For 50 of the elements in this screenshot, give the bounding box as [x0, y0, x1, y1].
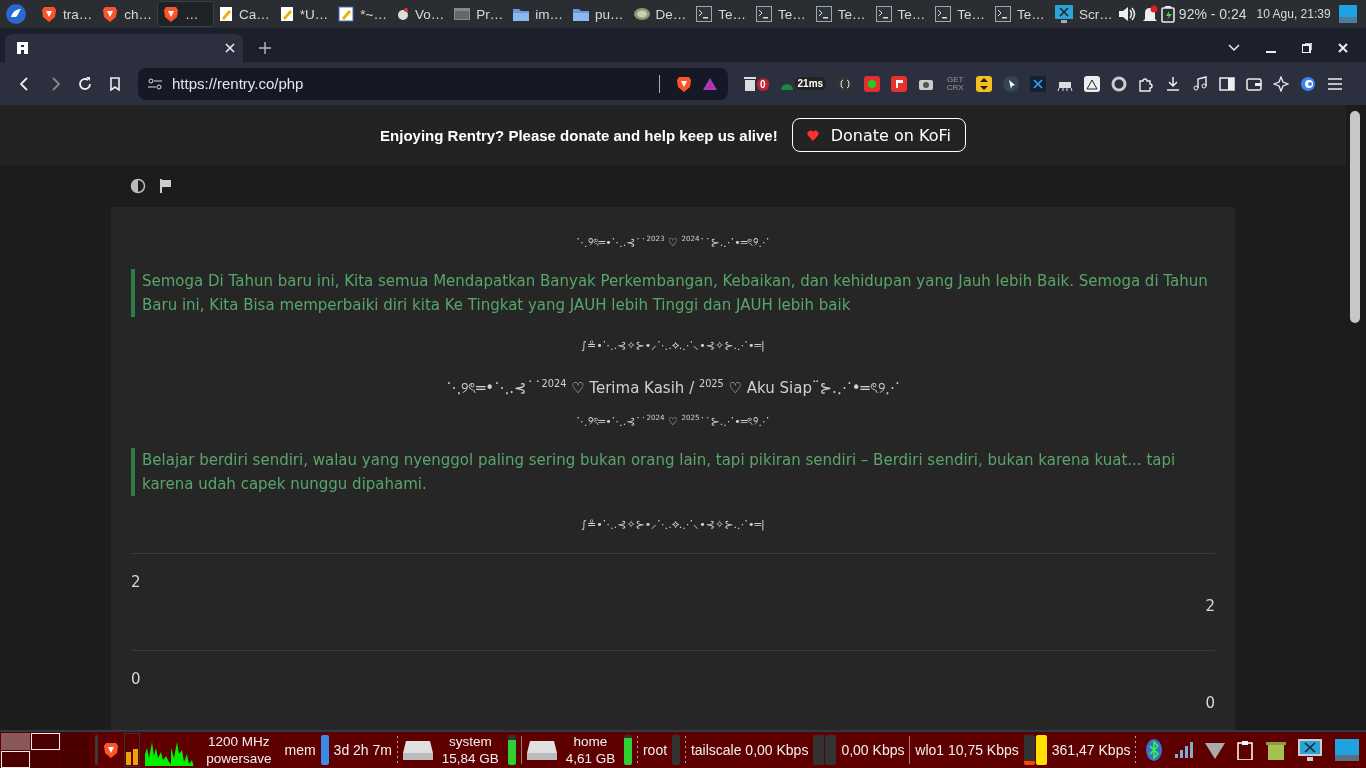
- ornament-divider: ∫≗•⋱.⊰✧⊱•⸝⋱.⟡.⋰⸜•⊰✧⊱.⋰•═|: [580, 338, 766, 354]
- taskbar-task[interactable]: …: [157, 1, 215, 27]
- taskbar-task[interactable]: *~…: [333, 1, 392, 27]
- number-text: 2: [131, 573, 141, 591]
- taskbar-task[interactable]: Te…: [930, 1, 991, 27]
- extension-badge: 0: [757, 77, 769, 91]
- extension-badge: 21ms: [794, 77, 827, 90]
- cpu-frequency: 1200 MHz: [207, 733, 271, 750]
- taskbar-task[interactable]: Te…: [870, 1, 931, 27]
- ornament-heading: ⋱୨ৎ═•⋱.⊰˙˙$^{2024}$ ♡ Terima Kasih / $^{2025}$ ♡ Aku Siap¨⊱.⋰•═ৎ୨⋰: [445, 377, 901, 398]
- uptime-text: 3d 2h 7m: [333, 742, 392, 758]
- extension-icon[interactable]: GET CRX: [945, 75, 966, 92]
- blockquote: Belajar berdiri sendiri, walau yang nyenggol paling sering bukan orang lain, tapi pikiran sendiri – Berdiri sendiri, bukan karena kuat... tapi karena udah capek nunggu dipahami.: [131, 448, 1215, 496]
- taskbar-task[interactable]: De…: [628, 1, 692, 27]
- network-rate: 0,00 Kbps: [841, 742, 905, 758]
- taskbar-task[interactable]: Scr…: [1049, 1, 1118, 27]
- donate-button[interactable]: Donate on KoFi: [791, 118, 966, 152]
- taskbar-task[interactable]: ch…: [97, 1, 158, 27]
- ornament-line: ⋱୨ৎ═•⋱.⊰˙˙$^{2023}$ ♡ $^{2024}$˙˙⊱.⋰•═ৎ୨⋰: [575, 233, 771, 251]
- number-text: 2: [1205, 597, 1215, 615]
- taskbar-task[interactable]: Ca…: [214, 1, 275, 27]
- blockquote: Semoga Di Tahun baru ini, Kita semua Mendapatkan Banyak Perkembangan, Kebaikan, dan kehidupan yang Jauh lebih Baik. Semoga di Tahun Baru ini, Kita Bisa memperbaiki diri kita Ke Tingkat yang JAUH lebih Tinggi dan JAUH lebih baik: [131, 269, 1215, 317]
- taskbar-task[interactable]: Te…: [691, 1, 752, 27]
- number-text: 0: [1205, 694, 1215, 712]
- number-text: 0: [131, 670, 141, 688]
- battery-status: 92% - 0:24: [1178, 6, 1247, 22]
- disk-size: 15,84 GB: [441, 750, 499, 767]
- disk-name: system: [447, 733, 493, 750]
- network-rate: 361,47 Kbps: [1051, 742, 1131, 758]
- network-rate: wlo1 10,75 Kbps: [915, 742, 1019, 758]
- network-rate: tailscale 0,00 Kbps: [690, 742, 809, 758]
- banner-text: Enjoying Rentry? Please donate and help keep us alive!: [380, 126, 778, 144]
- taskbar-task[interactable]: Pr…: [449, 1, 509, 27]
- clock[interactable]: 10 Agu, 21:39: [1256, 7, 1331, 21]
- address-bar[interactable]: https://rentry.co/php: [138, 67, 728, 100]
- memory-label: mem: [284, 742, 316, 758]
- taskbar-task[interactable]: *U…: [274, 1, 334, 27]
- taskbar-task[interactable]: Te…: [990, 1, 1050, 27]
- ornament-divider: ∫≗•⋱.⊰✧⊱•⸝⋱.⟡.⋰⸜•⊰✧⊱.⋰•═|: [580, 517, 766, 533]
- taskbar-task[interactable]: tra…: [36, 1, 98, 27]
- taskbar-task[interactable]: pu…: [568, 1, 629, 27]
- disk-size: 4,61 GB: [565, 750, 616, 767]
- taskbar-task[interactable]: Te…: [751, 1, 811, 27]
- taskbar-task[interactable]: Vo…: [391, 1, 450, 27]
- cpu-governor: powersave: [206, 750, 272, 767]
- disk-name: home: [572, 733, 609, 750]
- root-label: root: [642, 742, 668, 758]
- taskbar-task[interactable]: im…: [508, 1, 568, 27]
- taskbar-task[interactable]: Te…: [810, 1, 871, 27]
- ornament-line: ⋱୨ৎ═•⋱.⊰˙˙$^{2024}$ ♡ $^{2025}$˙˙⊱.⋰•═ৎ୨⋰: [575, 412, 771, 430]
